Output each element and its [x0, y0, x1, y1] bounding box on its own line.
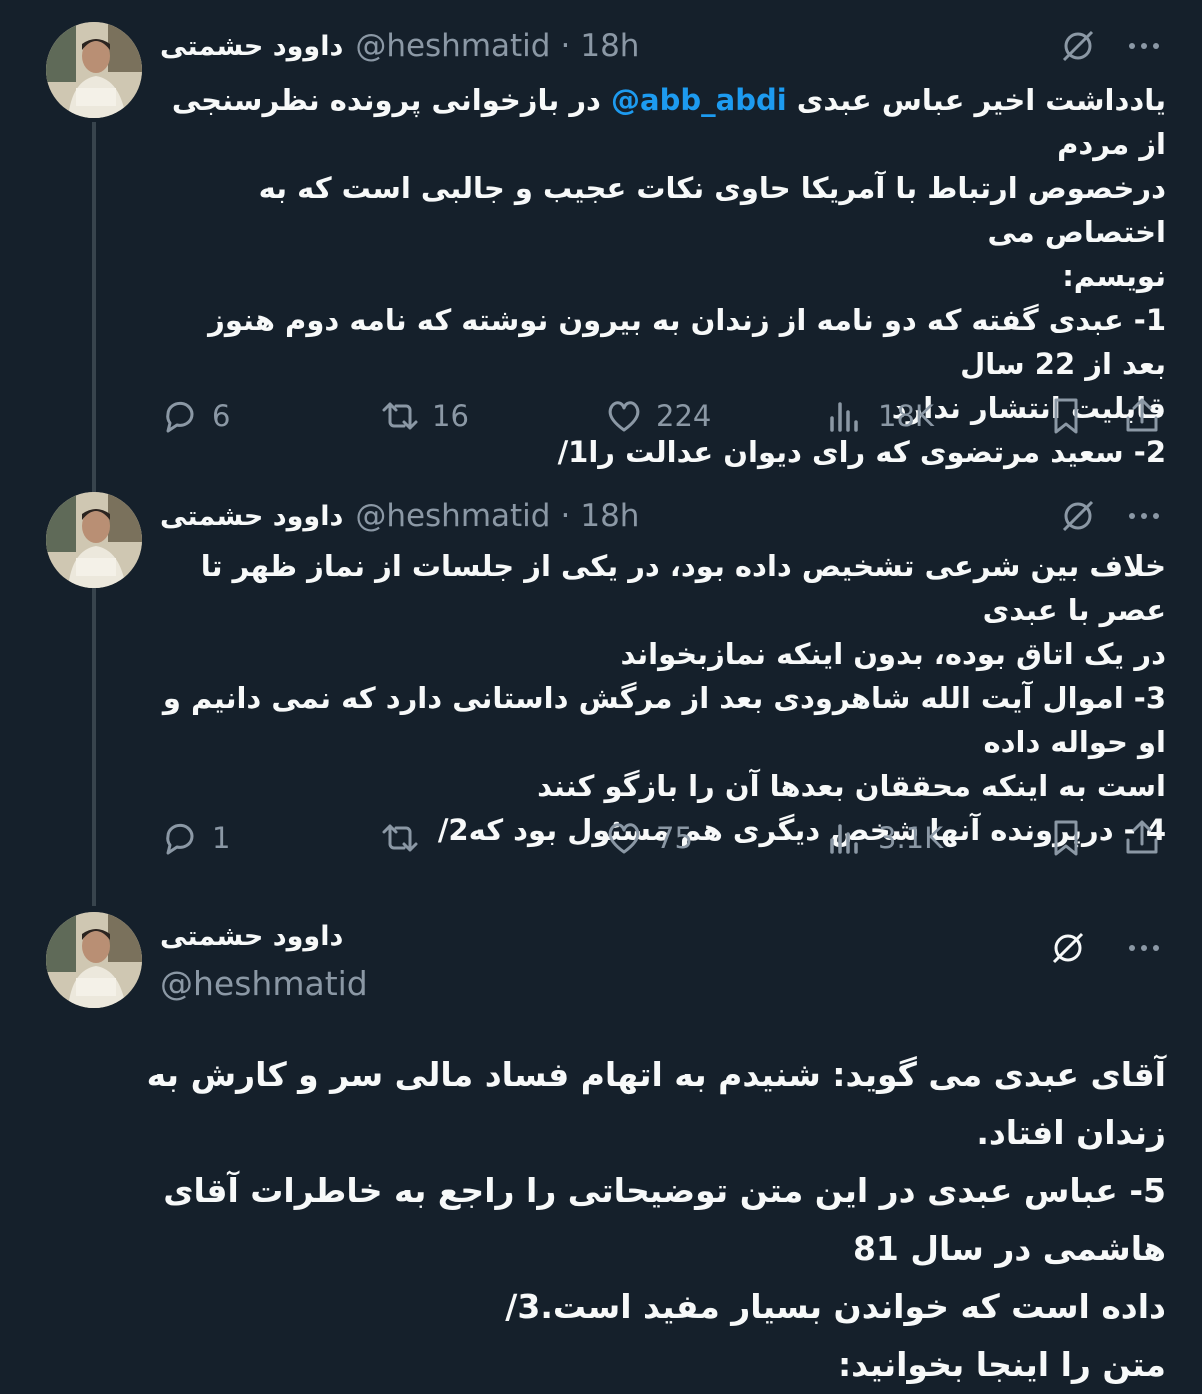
- text-line: داده است که خواندن بسیار مفید است.3/: [505, 1287, 1166, 1326]
- author-handle[interactable]: @heshmatid: [160, 964, 368, 1003]
- action-bar: 6 16 224 18K: [160, 392, 1166, 440]
- separator-dot: ·: [560, 28, 571, 64]
- retweet-count: 16: [432, 399, 469, 433]
- avatar[interactable]: [46, 492, 142, 588]
- share-icon: [1126, 820, 1158, 854]
- separator-dot: ·: [560, 498, 571, 534]
- share-button[interactable]: [1122, 814, 1162, 862]
- retweet-icon: [382, 824, 418, 852]
- text-line: است به اینکه محققان بعدها آن را بازگو کن…: [537, 769, 1166, 803]
- views-button[interactable]: 3.1K: [826, 814, 943, 862]
- tweet-header: داوود حشمتی @heshmatid · 18h: [160, 496, 1202, 536]
- author-handle[interactable]: @heshmatid: [355, 498, 550, 534]
- like-button[interactable]: 75: [604, 814, 693, 862]
- views-button[interactable]: 18K: [826, 392, 934, 440]
- text-line: آقای عبدی می گوید: شنیدم به اتهام فساد م…: [146, 1055, 1166, 1152]
- retweet-icon: [382, 402, 418, 430]
- retweet-button[interactable]: 16: [380, 392, 469, 440]
- mention-link[interactable]: @abb_abdi: [611, 83, 787, 117]
- grok-icon[interactable]: [1048, 928, 1088, 968]
- avatar-photo: [46, 22, 142, 118]
- reply-count: 1: [212, 821, 231, 855]
- reply-count: 6: [212, 399, 231, 433]
- share-button[interactable]: [1122, 392, 1162, 440]
- action-bar: 1 75 3.1K: [160, 814, 1166, 862]
- like-count: 75: [656, 821, 693, 855]
- text-line: 1- عبدی گفته که دو نامه از زندان به بیرو…: [208, 303, 1166, 381]
- reply-icon: [166, 823, 194, 855]
- tweet-header: داوود حشمتی @heshmatid · 18h: [160, 26, 1202, 66]
- more-icon[interactable]: [1124, 928, 1164, 968]
- bookmark-button[interactable]: [1046, 392, 1086, 440]
- bookmark-icon: [1054, 820, 1078, 856]
- retweet-button[interactable]: [380, 814, 432, 862]
- timestamp[interactable]: 18h: [580, 28, 639, 64]
- bookmark-icon: [1054, 398, 1078, 434]
- like-icon: [608, 823, 640, 854]
- more-icon[interactable]: [1124, 26, 1164, 66]
- text-line: نویسم:: [1062, 259, 1166, 293]
- timestamp[interactable]: 18h: [580, 498, 639, 534]
- tweet-1[interactable]: داوود حشمتی @heshmatid · 18h یادداشت اخی…: [0, 0, 1202, 470]
- author-name[interactable]: داوود حشمتی: [160, 501, 343, 532]
- avatar-photo: [46, 492, 142, 588]
- more-icon[interactable]: [1124, 496, 1164, 536]
- text-line: متن را اینجا بخوانید:: [837, 1345, 1166, 1384]
- reply-button[interactable]: 1: [160, 814, 230, 862]
- views-count: 18K: [878, 399, 934, 433]
- text-line: 5- عباس عبدی در این متن توضیحاتی را راجع…: [163, 1171, 1166, 1268]
- tweet-text: خلاف بین شرعی تشخیص داده بود، در یکی از …: [160, 544, 1166, 852]
- tweet-text: آقای عبدی می گوید: شنیدم به اتهام فساد م…: [60, 1046, 1166, 1394]
- views-count: 3.1K: [878, 821, 944, 855]
- avatar[interactable]: [46, 912, 142, 1008]
- author-handle[interactable]: @heshmatid: [355, 28, 550, 64]
- grok-icon[interactable]: [1058, 496, 1098, 536]
- text-line: یادداشت اخیر عباس عبدی @abb_abdi در بازخ…: [171, 83, 1166, 161]
- text-line: خلاف بین شرعی تشخیص داده بود، در یکی از …: [200, 549, 1166, 627]
- tweet-3-focused[interactable]: داوود حشمتی @heshmatid آقای عبدی می گوید…: [0, 890, 1202, 1384]
- tweet-2[interactable]: داوود حشمتی @heshmatid · 18h خلاف بین شر…: [0, 470, 1202, 890]
- text-line: در یک اتاق بوده، بدون اینکه نمازبخواند: [620, 637, 1166, 671]
- reply-button[interactable]: 6: [160, 392, 230, 440]
- text-line: 3- اموال آیت الله شاهرودی بعد از مرگش دا…: [162, 681, 1166, 759]
- like-button[interactable]: 224: [604, 392, 711, 440]
- bookmark-button[interactable]: [1046, 814, 1086, 862]
- tweet-header: داوود حشمتی: [160, 916, 1202, 956]
- avatar[interactable]: [46, 22, 142, 118]
- views-icon: [830, 824, 858, 854]
- like-count: 224: [656, 399, 712, 433]
- views-icon: [830, 402, 858, 432]
- reply-icon: [166, 401, 194, 433]
- text-line: درخصوص ارتباط با آمریکا حاوی نکات عجیب و…: [258, 171, 1166, 249]
- author-name[interactable]: داوود حشمتی: [160, 921, 343, 952]
- like-icon: [608, 401, 640, 432]
- avatar-photo: [46, 912, 142, 1008]
- author-name[interactable]: داوود حشمتی: [160, 31, 343, 62]
- share-icon: [1126, 398, 1158, 432]
- grok-icon[interactable]: [1058, 26, 1098, 66]
